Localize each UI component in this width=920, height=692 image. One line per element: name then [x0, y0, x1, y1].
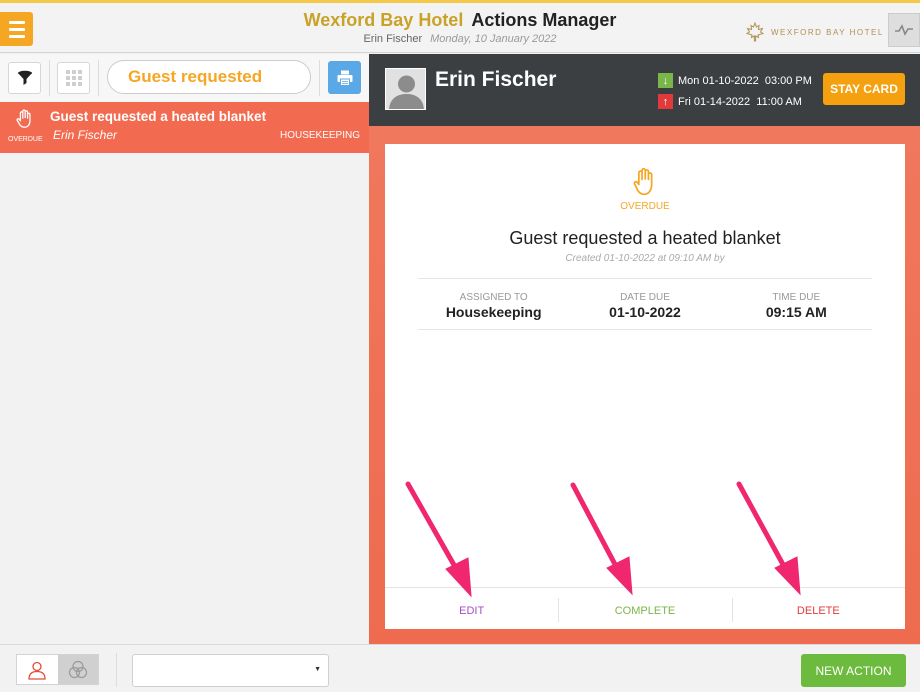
footer-bar: ▼ NEW ACTION [0, 644, 920, 692]
group-icon [68, 660, 87, 678]
list-item-title: Guest requested a heated blanket [50, 109, 267, 124]
maple-leaf-icon [745, 22, 765, 42]
group-view-button[interactable] [57, 655, 98, 684]
print-button[interactable] [328, 61, 361, 94]
guest-name: Erin Fischer [435, 68, 557, 91]
list-item-department: HOUSEKEEPING [279, 130, 360, 141]
hotel-name: Wexford Bay Hotel [303, 10, 464, 30]
edit-button[interactable]: EDIT [385, 588, 558, 629]
view-toggle [16, 654, 99, 685]
brand-logo: WEXFORD BAY HOTEL [745, 22, 884, 42]
person-silhouette-icon [389, 75, 424, 109]
current-user: Erin Fischer [363, 33, 423, 45]
grid-icon [65, 70, 82, 86]
detail-panel: OVERDUE Guest requested a heated blanket… [369, 126, 920, 644]
detail-created: Created 01-10-2022 at 09:10 AM by [565, 253, 725, 264]
app-header: Wexford Bay Hotel Actions Manager Erin Fi… [0, 0, 920, 53]
brand-text: WEXFORD BAY HOTEL [771, 27, 884, 37]
stay-card-button[interactable]: STAY CARD [823, 73, 905, 105]
left-toolbar [0, 54, 369, 102]
hand-icon [633, 167, 653, 196]
activity-button[interactable] [888, 13, 920, 47]
person-view-button[interactable] [17, 655, 58, 684]
activity-icon [895, 24, 913, 36]
filter-button[interactable] [8, 62, 41, 94]
search-input[interactable] [128, 65, 355, 89]
detail-actions: EDIT COMPLETE DELETE [385, 587, 905, 629]
detail-meta: ASSIGNED TO Housekeeping DATE DUE 01-10-… [418, 278, 872, 330]
person-icon [28, 661, 46, 680]
detail-status: OVERDUE [620, 201, 670, 212]
print-icon [337, 70, 352, 86]
departure-date: Fri 01-14-2022 11:00 AM [678, 95, 802, 108]
time-due: TIME DUE 09:15 AM [765, 292, 827, 320]
hand-icon [16, 109, 31, 128]
assigned-to: ASSIGNED TO Housekeeping [445, 292, 542, 320]
date-due: DATE DUE 01-10-2022 [609, 292, 681, 320]
caret-down-icon: ▼ [314, 666, 321, 673]
arrival-date: Mon 01-10-2022 03:00 PM [678, 74, 812, 87]
app-title: Actions Manager [471, 10, 617, 30]
new-action-button[interactable]: NEW ACTION [801, 654, 906, 687]
avatar [385, 68, 426, 110]
grid-view-button[interactable] [57, 62, 90, 94]
delete-button[interactable]: DELETE [731, 588, 905, 629]
current-date: Monday, 10 January 2022 [430, 33, 557, 45]
list-item-guest: Erin Fischer [53, 128, 118, 142]
search-box [107, 60, 355, 94]
arrival-arrow-icon: ↓ [658, 73, 673, 88]
stay-dates: ↓ Mon 01-10-2022 03:00 PM ↑ Fri 01-14-20… [658, 70, 812, 112]
list-item[interactable]: OVERDUE Guest requested a heated blanket… [0, 102, 369, 153]
status-badge: OVERDUE [8, 136, 43, 143]
action-list: OVERDUE Guest requested a heated blanket… [0, 102, 369, 644]
action-detail-card: OVERDUE Guest requested a heated blanket… [385, 144, 905, 629]
department-select[interactable]: ▼ [132, 654, 329, 687]
departure-arrow-icon: ↑ [658, 94, 673, 109]
detail-title: Guest requested a heated blanket [509, 228, 781, 248]
filter-icon [17, 70, 32, 85]
complete-button[interactable]: COMPLETE [558, 588, 731, 629]
guest-header: Erin Fischer ↓ Mon 01-10-2022 03:00 PM ↑… [369, 54, 920, 126]
